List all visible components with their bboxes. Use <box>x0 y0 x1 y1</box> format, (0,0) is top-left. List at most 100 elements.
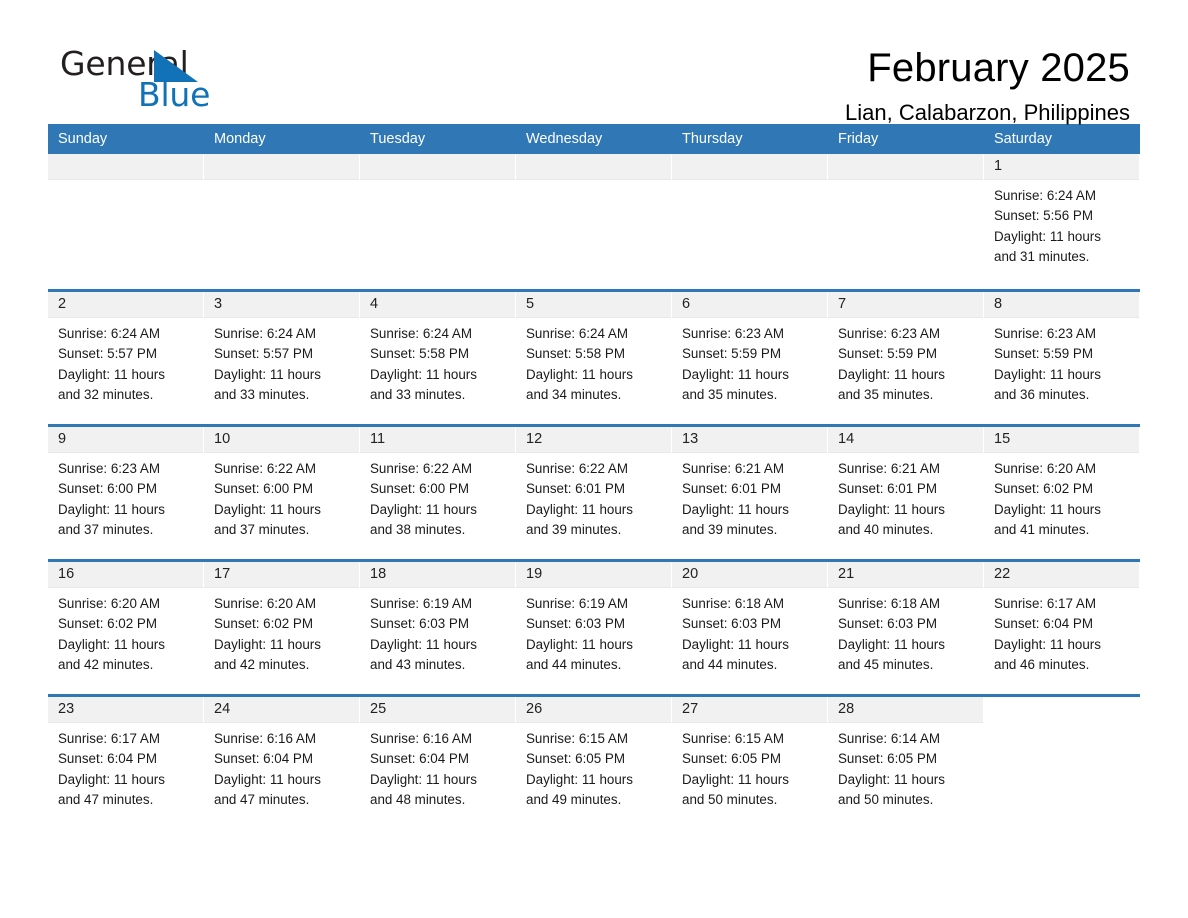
sunrise-text: Sunrise: 6:24 AM <box>370 326 472 341</box>
day-number: 1 <box>994 158 1003 174</box>
day-cell[interactable]: 15 Sunrise: 6:20 AM Sunset: 6:02 PM Dayligh… <box>984 427 1140 559</box>
day-info: Sunrise: 6:24 AM Sunset: 5:58 PM Daylight:… <box>516 318 671 405</box>
daylight-text-line2: and 37 minutes. <box>58 521 154 537</box>
day-number: 22 <box>994 566 1011 582</box>
daylight-text-line1: Daylight: 11 hours <box>838 501 945 517</box>
day-number: 15 <box>994 431 1011 447</box>
day-cell[interactable]: 13 Sunrise: 6:21 AM Sunset: 6:01 PM Dayligh… <box>672 427 828 559</box>
day-cell[interactable]: 22 Sunrise: 6:17 AM Sunset: 6:04 PM Dayligh… <box>984 562 1140 694</box>
day-number-band <box>48 154 203 180</box>
day-cell[interactable]: 10 Sunrise: 6:22 AM Sunset: 6:00 PM Dayligh… <box>204 427 360 559</box>
day-number-band <box>360 154 515 180</box>
daylight-text-line1: Daylight: 11 hours <box>838 366 945 382</box>
sunset-text: Sunset: 5:59 PM <box>838 346 937 362</box>
sunrise-text: Sunrise: 6:16 AM <box>214 731 316 746</box>
day-cell[interactable]: 26 Sunrise: 6:15 AM Sunset: 6:05 PM Dayligh… <box>516 697 672 829</box>
day-cell[interactable]: 3 Sunrise: 6:24 AM Sunset: 5:57 PM Daylight… <box>204 292 360 424</box>
day-cell[interactable]: 1 Sunrise: 6:24 AM Sunset: 5:56 PM Daylight… <box>984 154 1140 289</box>
day-number: 2 <box>58 296 67 312</box>
day-cell[interactable]: 12 Sunrise: 6:22 AM Sunset: 6:01 PM Dayligh… <box>516 427 672 559</box>
daylight-text-line1: Daylight: 11 hours <box>214 771 321 787</box>
daylight-text-line2: and 34 minutes. <box>526 386 622 402</box>
logo-text-blue: Blue <box>138 75 211 114</box>
day-number-band: 3 <box>204 292 359 318</box>
sunset-text: Sunset: 5:56 PM <box>994 208 1093 224</box>
day-cell[interactable]: 6 Sunrise: 6:23 AM Sunset: 5:59 PM Daylight… <box>672 292 828 424</box>
day-cell[interactable]: 17 Sunrise: 6:20 AM Sunset: 6:02 PM Dayligh… <box>204 562 360 694</box>
sunset-text: Sunset: 6:02 PM <box>58 616 157 632</box>
day-cell[interactable]: 20 Sunrise: 6:18 AM Sunset: 6:03 PM Dayligh… <box>672 562 828 694</box>
day-cell[interactable]: 28 Sunrise: 6:14 AM Sunset: 6:05 PM Dayligh… <box>828 697 984 829</box>
day-info: Sunrise: 6:20 AM Sunset: 6:02 PM Daylight:… <box>48 588 203 675</box>
sunset-text: Sunset: 5:58 PM <box>526 346 625 362</box>
sunrise-text: Sunrise: 6:21 AM <box>838 461 940 476</box>
daylight-text-line2: and 40 minutes. <box>838 521 934 537</box>
sunset-text: Sunset: 6:03 PM <box>370 616 469 632</box>
day-info: Sunrise: 6:21 AM Sunset: 6:01 PM Daylight:… <box>828 453 983 540</box>
day-number: 11 <box>370 431 386 447</box>
day-cell[interactable]: 27 Sunrise: 6:15 AM Sunset: 6:05 PM Dayligh… <box>672 697 828 829</box>
day-info: Sunrise: 6:19 AM Sunset: 6:03 PM Daylight:… <box>516 588 671 675</box>
day-number: 20 <box>682 566 699 582</box>
day-number: 27 <box>682 701 699 717</box>
day-number-band: 24 <box>204 697 359 723</box>
sunrise-text: Sunrise: 6:22 AM <box>526 461 628 476</box>
daylight-text-line1: Daylight: 11 hours <box>994 501 1101 517</box>
day-cell-empty <box>828 154 984 289</box>
day-cell[interactable]: 8 Sunrise: 6:23 AM Sunset: 5:59 PM Daylight… <box>984 292 1140 424</box>
day-cell[interactable]: 24 Sunrise: 6:16 AM Sunset: 6:04 PM Dayligh… <box>204 697 360 829</box>
daylight-text-line2: and 39 minutes. <box>526 521 622 537</box>
day-cell[interactable]: 11 Sunrise: 6:22 AM Sunset: 6:00 PM Dayligh… <box>360 427 516 559</box>
day-cell[interactable]: 14 Sunrise: 6:21 AM Sunset: 6:01 PM Dayligh… <box>828 427 984 559</box>
general-blue-logo[interactable]: General Blue <box>60 44 390 116</box>
sunset-text: Sunset: 6:03 PM <box>838 616 937 632</box>
day-cell[interactable]: 4 Sunrise: 6:24 AM Sunset: 5:58 PM Daylight… <box>360 292 516 424</box>
day-number-band: 4 <box>360 292 515 318</box>
day-info: Sunrise: 6:23 AM Sunset: 5:59 PM Daylight:… <box>672 318 827 405</box>
day-cell[interactable]: 25 Sunrise: 6:16 AM Sunset: 6:04 PM Dayligh… <box>360 697 516 829</box>
day-info: Sunrise: 6:21 AM Sunset: 6:01 PM Daylight:… <box>672 453 827 540</box>
day-number-band: 21 <box>828 562 983 588</box>
day-info: Sunrise: 6:24 AM Sunset: 5:57 PM Daylight:… <box>48 318 203 405</box>
day-cell[interactable]: 5 Sunrise: 6:24 AM Sunset: 5:58 PM Daylight… <box>516 292 672 424</box>
day-number: 3 <box>214 296 223 312</box>
sunrise-text: Sunrise: 6:22 AM <box>370 461 472 476</box>
sunrise-text: Sunrise: 6:20 AM <box>994 461 1096 476</box>
daylight-text-line2: and 39 minutes. <box>682 521 778 537</box>
day-number-band <box>672 154 827 180</box>
sunset-text: Sunset: 6:05 PM <box>526 751 625 767</box>
day-cell[interactable]: 7 Sunrise: 6:23 AM Sunset: 5:59 PM Daylight… <box>828 292 984 424</box>
calendar-grid: Sunday Monday Tuesday Wednesday Thursday… <box>48 124 1140 829</box>
day-number-band: 14 <box>828 427 983 453</box>
day-number-band: 19 <box>516 562 671 588</box>
day-number-band: 2 <box>48 292 203 318</box>
day-cell[interactable]: 19 Sunrise: 6:19 AM Sunset: 6:03 PM Dayligh… <box>516 562 672 694</box>
daylight-text-line2: and 49 minutes. <box>526 791 622 807</box>
daylight-text-line2: and 45 minutes. <box>838 656 934 672</box>
day-cell[interactable]: 18 Sunrise: 6:19 AM Sunset: 6:03 PM Dayligh… <box>360 562 516 694</box>
daylight-text-line2: and 50 minutes. <box>682 791 778 807</box>
day-number-band <box>984 697 1139 723</box>
day-cell[interactable]: 16 Sunrise: 6:20 AM Sunset: 6:02 PM Dayligh… <box>48 562 204 694</box>
sunrise-text: Sunrise: 6:24 AM <box>526 326 628 341</box>
daylight-text-line1: Daylight: 11 hours <box>526 366 633 382</box>
day-number-band <box>828 154 983 180</box>
daylight-text-line2: and 42 minutes. <box>58 656 154 672</box>
sunrise-text: Sunrise: 6:23 AM <box>994 326 1096 341</box>
day-info: Sunrise: 6:20 AM Sunset: 6:02 PM Daylight:… <box>984 453 1139 540</box>
daylight-text-line2: and 38 minutes. <box>370 521 466 537</box>
day-info: Sunrise: 6:22 AM Sunset: 6:01 PM Daylight:… <box>516 453 671 540</box>
daylight-text-line2: and 37 minutes. <box>214 521 310 537</box>
day-cell[interactable]: 9 Sunrise: 6:23 AM Sunset: 6:00 PM Daylight… <box>48 427 204 559</box>
day-number-band: 5 <box>516 292 671 318</box>
day-cell[interactable]: 21 Sunrise: 6:18 AM Sunset: 6:03 PM Dayligh… <box>828 562 984 694</box>
calendar-week-row: 16 Sunrise: 6:20 AM Sunset: 6:02 PM Dayligh… <box>48 559 1140 694</box>
day-number: 18 <box>370 566 387 582</box>
day-cell[interactable]: 2 Sunrise: 6:24 AM Sunset: 5:57 PM Daylight… <box>48 292 204 424</box>
calendar-weeks: 1 Sunrise: 6:24 AM Sunset: 5:56 PM Daylight… <box>48 154 1140 829</box>
daylight-text-line1: Daylight: 11 hours <box>994 366 1101 382</box>
day-number-band: 28 <box>828 697 983 723</box>
day-number-band: 25 <box>360 697 515 723</box>
day-info: Sunrise: 6:24 AM Sunset: 5:56 PM Daylight:… <box>984 180 1139 267</box>
day-cell[interactable]: 23 Sunrise: 6:17 AM Sunset: 6:04 PM Dayligh… <box>48 697 204 829</box>
